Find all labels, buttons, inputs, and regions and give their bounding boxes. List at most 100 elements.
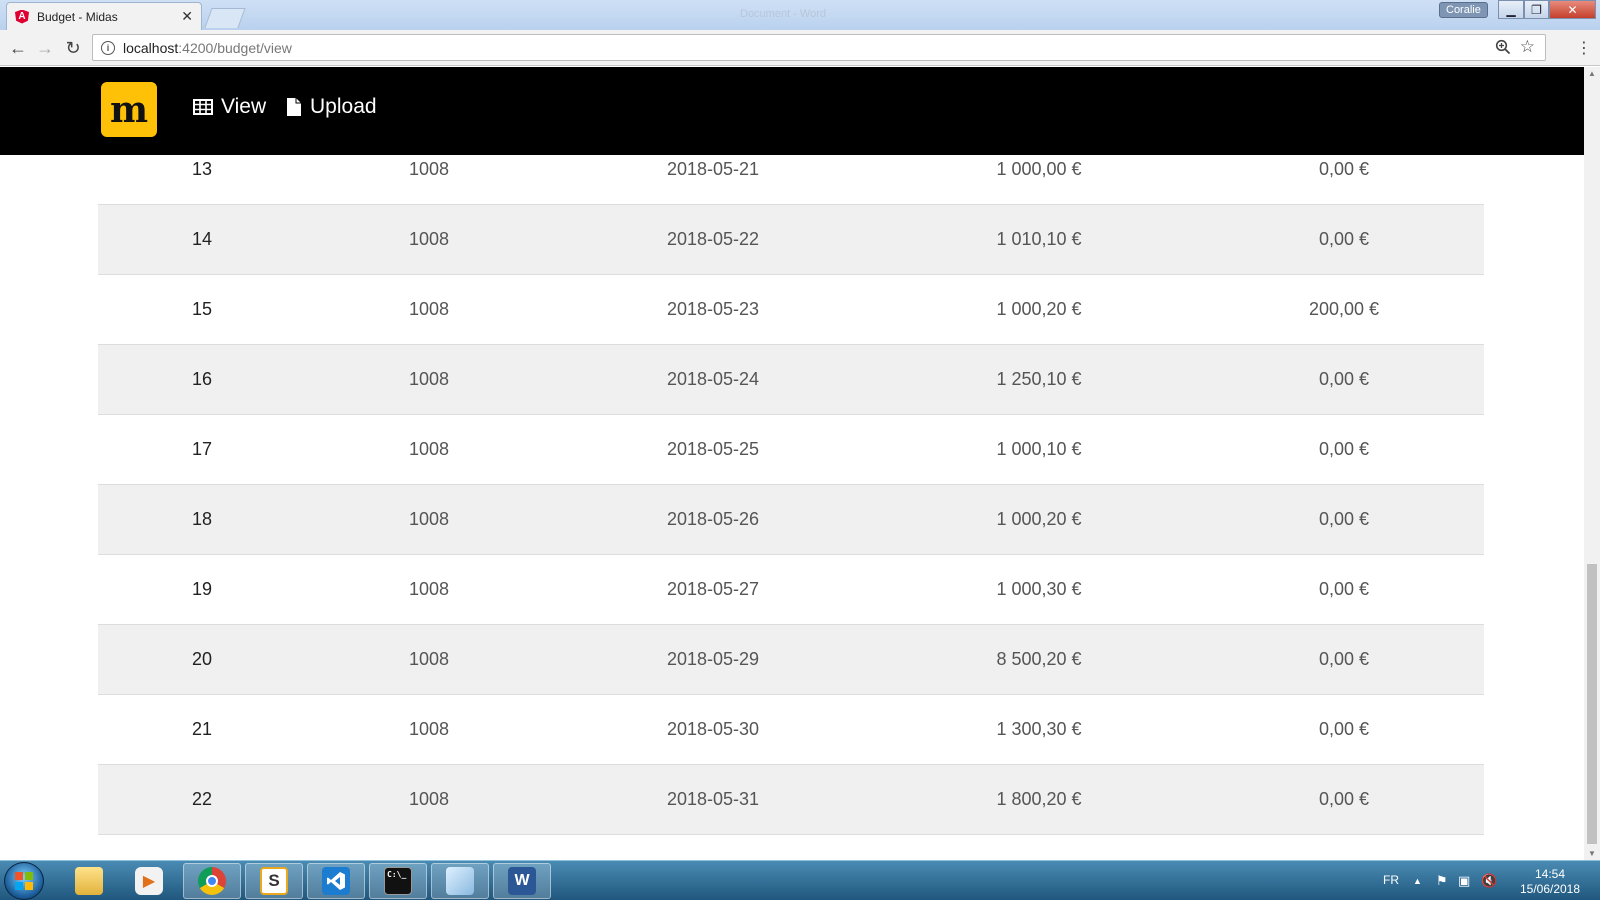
cell-extra: 0,00 €: [1318, 509, 1370, 529]
table-row: 14 1008 2018-05-22 1 010,10 € 0,00 €: [98, 205, 1484, 275]
browser-toolbar: ← → ↻ i localhost:4200/budget/view ☆ ⋮: [0, 30, 1600, 66]
cell-index: 13: [191, 159, 213, 179]
taskbar-notepad[interactable]: [431, 863, 489, 899]
chrome-icon: [198, 867, 226, 895]
page-scrollbar[interactable]: ▲ ▼: [1584, 67, 1600, 860]
start-button[interactable]: [4, 862, 44, 900]
table-row: 17 1008 2018-05-25 1 000,10 € 0,00 €: [98, 415, 1484, 485]
cell-amount: 1 000,30 €: [996, 579, 1082, 599]
cell-extra: 0,00 €: [1318, 439, 1370, 459]
nav-upload-link[interactable]: Upload: [286, 95, 377, 119]
cell-index: 22: [191, 789, 213, 809]
cell-code: 1008: [408, 229, 450, 249]
forward-arrow-icon[interactable]: →: [33, 36, 57, 60]
windows-taskbar: ▶ S C:\_ W FR ▲ ⚑ ▣ 🔇 14:54 15/06/2018: [0, 860, 1600, 900]
minimize-button[interactable]: ▁: [1498, 0, 1524, 19]
back-arrow-icon[interactable]: ←: [6, 36, 30, 60]
cell-index: 20: [191, 649, 213, 669]
cell-date: 2018-05-22: [666, 229, 760, 249]
table-row: 13 1008 2018-05-21 1 000,00 € 0,00 €: [98, 155, 1484, 205]
cell-date: 2018-05-30: [666, 719, 760, 739]
cell-extra: 0,00 €: [1318, 159, 1370, 179]
cell-code: 1008: [408, 789, 450, 809]
zoom-icon[interactable]: [1495, 39, 1511, 59]
scroll-down-arrow-icon[interactable]: ▼: [1588, 849, 1596, 858]
cell-date: 2018-05-29: [666, 649, 760, 669]
language-indicator[interactable]: FR: [1383, 873, 1399, 887]
command-prompt-icon: C:\_: [384, 867, 412, 895]
cell-index: 17: [191, 439, 213, 459]
maximize-button[interactable]: ❐: [1524, 0, 1549, 19]
taskbar-chrome[interactable]: [183, 863, 241, 899]
taskbar-media-player[interactable]: ▶: [120, 863, 178, 899]
clock-time: 14:54: [1534, 867, 1566, 881]
browser-titlebar: A Budget - Midas ✕ Document - Word Coral…: [0, 0, 1600, 30]
table-row: 16 1008 2018-05-24 1 250,10 € 0,00 €: [98, 345, 1484, 415]
budget-table: 13 1008 2018-05-21 1 000,00 €0,00 €14 1008 20…: [98, 155, 1484, 860]
cell-index: 19: [191, 579, 213, 599]
url-path: :4200/budget/view: [178, 39, 292, 56]
browser-tab-active[interactable]: A Budget - Midas ✕: [6, 2, 202, 30]
table-icon: [193, 99, 213, 115]
cell-date: 2018-05-27: [666, 579, 760, 599]
cell-date: 2018-05-24: [666, 369, 760, 389]
file-icon: [287, 98, 301, 116]
cell-extra: 0,00 €: [1318, 579, 1370, 599]
cell-date: 2018-05-25: [666, 439, 760, 459]
cell-code: 1008: [408, 719, 450, 739]
cell-extra: 0,00 €: [1318, 369, 1370, 389]
info-icon[interactable]: i: [101, 40, 115, 55]
cell-amount: 1 010,10 €: [996, 229, 1082, 249]
cell-amount: 8 500,20 €: [996, 649, 1082, 669]
volume-muted-icon[interactable]: 🔇: [1481, 873, 1497, 889]
tab-close-icon[interactable]: ✕: [181, 8, 193, 25]
bookmark-star-icon[interactable]: ☆: [1520, 37, 1535, 57]
cell-index: 21: [191, 719, 213, 739]
show-hidden-icons-arrow-icon[interactable]: ▲: [1413, 876, 1422, 886]
word-icon: W: [508, 867, 536, 895]
media-player-icon: ▶: [135, 867, 163, 895]
cell-code: 1008: [408, 579, 450, 599]
reload-icon[interactable]: ↻: [61, 36, 85, 60]
cell-code: 1008: [408, 369, 450, 389]
cell-extra: 0,00 €: [1318, 719, 1370, 739]
taskbar-slack[interactable]: S: [245, 863, 303, 899]
tab-title: Budget - Midas: [37, 9, 118, 24]
nav-view-link[interactable]: View: [193, 95, 266, 119]
profile-button[interactable]: Coralie: [1439, 2, 1488, 18]
new-tab-button[interactable]: [204, 8, 246, 28]
cell-extra: 0,00 €: [1318, 789, 1370, 809]
cell-code: 1008: [408, 159, 450, 179]
cell-date: 2018-05-31: [666, 789, 760, 809]
midas-logo[interactable]: m: [101, 82, 157, 137]
browser-menu-icon[interactable]: ⋮: [1574, 38, 1594, 58]
cell-amount: 1 000,00 €: [996, 159, 1082, 179]
system-clock[interactable]: 14:54 15/06/2018: [1510, 867, 1590, 897]
windows-logo-icon: [15, 872, 33, 890]
cell-date: 2018-05-21: [666, 159, 760, 179]
close-window-button[interactable]: ✕: [1549, 0, 1596, 19]
address-bar[interactable]: i localhost:4200/budget/view ☆: [92, 34, 1546, 61]
table-row: 18 1008 2018-05-26 1 000,20 € 0,00 €: [98, 485, 1484, 555]
taskbar-vscode[interactable]: [307, 863, 365, 899]
taskbar-file-explorer[interactable]: [60, 863, 118, 899]
cell-date: 2018-05-23: [666, 299, 760, 319]
taskbar-word[interactable]: W: [493, 863, 551, 899]
logo-glyph: m: [109, 88, 149, 131]
cell-code: 1008: [408, 299, 450, 319]
network-icon[interactable]: ▣: [1458, 873, 1470, 889]
slack-icon: S: [260, 867, 288, 895]
scroll-up-arrow-icon[interactable]: ▲: [1588, 69, 1596, 78]
table-row: 21 1008 2018-05-30 1 300,30 € 0,00 €: [98, 695, 1484, 765]
table-row: 20 1008 2018-05-29 8 500,20 € 0,00 €: [98, 625, 1484, 695]
cell-code: 1008: [408, 439, 450, 459]
action-center-flag-icon[interactable]: ⚑: [1436, 873, 1448, 889]
table-row: 19 1008 2018-05-27 1 000,30 € 0,00 €: [98, 555, 1484, 625]
window-title: Document - Word: [740, 8, 826, 20]
app-navbar: m View Upload: [0, 67, 1584, 155]
taskbar-command-prompt[interactable]: C:\_: [369, 863, 427, 899]
scroll-thumb[interactable]: [1587, 564, 1597, 844]
clock-date: 15/06/2018: [1519, 882, 1581, 896]
angular-icon: A: [15, 9, 29, 24]
cell-code: 1008: [408, 649, 450, 669]
